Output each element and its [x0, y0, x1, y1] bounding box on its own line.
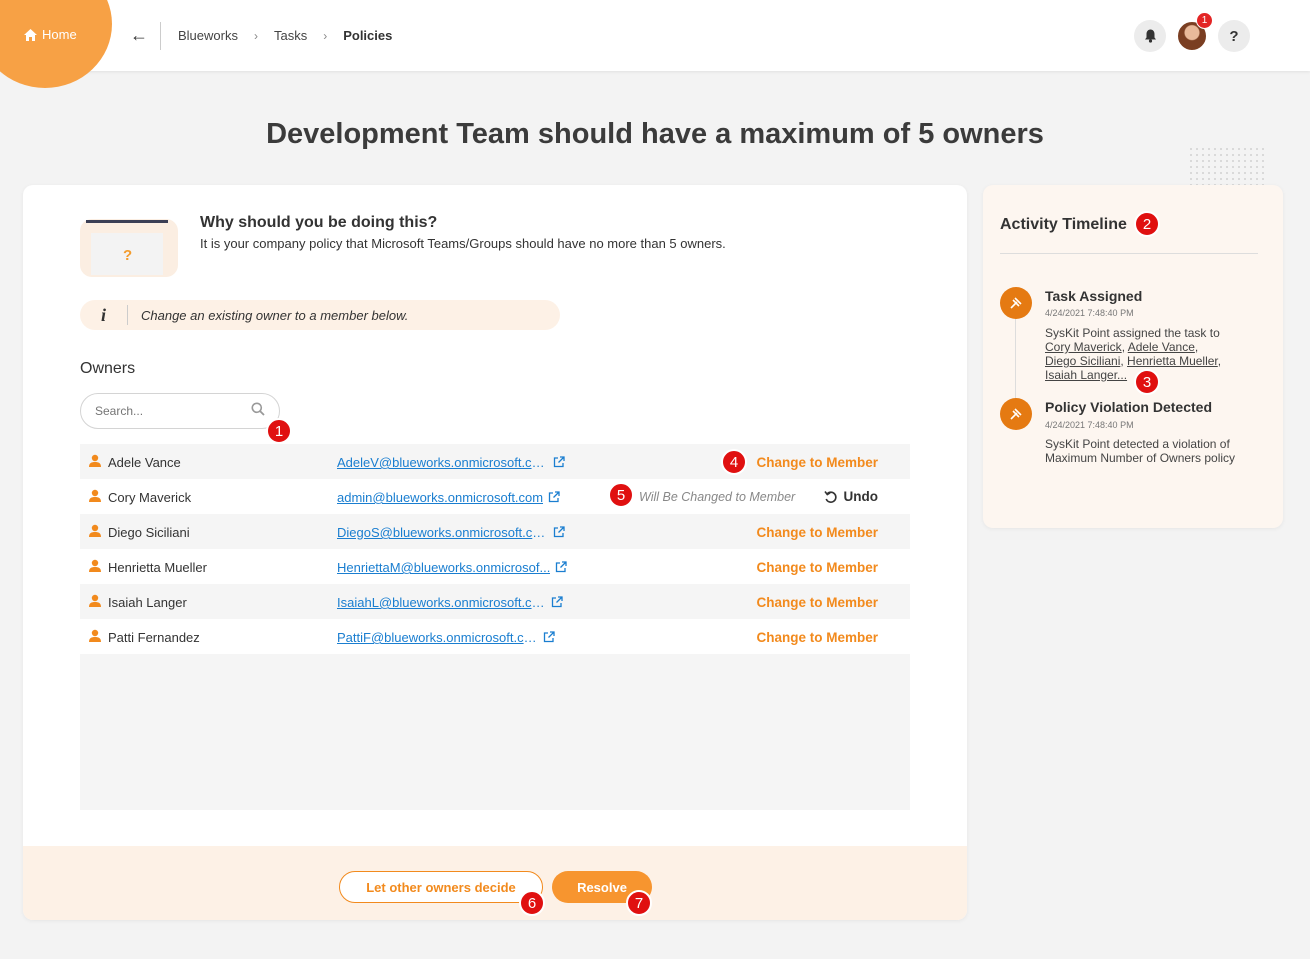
- table-row: Isaiah Langer IsaiahL@blueworks.onmicros…: [80, 584, 910, 619]
- undo-icon: [823, 490, 837, 503]
- task-card: ? Why should you be doing this? It is yo…: [23, 185, 967, 920]
- owners-table: Adele Vance AdeleV@blueworks.onmicrosoft…: [80, 444, 910, 810]
- person-link[interactable]: Diego Siciliani: [1045, 354, 1120, 368]
- home-icon: [24, 28, 37, 41]
- person-link[interactable]: Cory Maverick: [1045, 340, 1122, 354]
- external-link-icon[interactable]: [553, 526, 565, 538]
- external-link-icon[interactable]: [543, 631, 555, 643]
- user-icon: [89, 524, 101, 537]
- external-link-icon[interactable]: [548, 491, 560, 503]
- info-banner: i Change an existing owner to a member b…: [80, 300, 560, 330]
- change-to-member-button[interactable]: Change to Member: [756, 630, 878, 645]
- help-button[interactable]: ?: [1218, 20, 1250, 52]
- breadcrumb-blueworks[interactable]: Blueworks: [178, 28, 238, 43]
- why-title: Why should you be doing this?: [200, 214, 438, 231]
- owner-name: Isaiah Langer: [108, 595, 187, 610]
- owner-email-link[interactable]: DiegoS@blueworks.onmicrosoft.com: [337, 525, 549, 540]
- table-row: Cory Maverick admin@blueworks.onmicrosof…: [80, 479, 910, 514]
- external-link-icon[interactable]: [551, 596, 563, 608]
- table-row: Henrietta Mueller HenriettaM@blueworks.o…: [80, 549, 910, 584]
- violation-event-icon: [1000, 398, 1032, 430]
- home-label: Home: [42, 27, 77, 42]
- help-icon: ?: [1229, 27, 1239, 45]
- timeline-desc-prefix: SysKit Point assigned the task to: [1045, 326, 1220, 340]
- top-bar: Home ← Blueworks › Tasks › Policies 1 ?: [0, 0, 1310, 88]
- let-other-owners-decide-button[interactable]: Let other owners decide: [339, 871, 543, 903]
- question-mark-icon: ?: [123, 247, 133, 264]
- table-row: Diego Siciliani DiegoS@blueworks.onmicro…: [80, 514, 910, 549]
- owner-name: Cory Maverick: [108, 490, 192, 505]
- home-blob: [0, 0, 112, 88]
- breadcrumb: Blueworks › Tasks › Policies: [178, 28, 392, 43]
- back-arrow-icon[interactable]: ←: [130, 25, 148, 46]
- callout-marker: 4: [721, 449, 747, 475]
- question-illustration: ?: [80, 215, 178, 277]
- external-link-icon[interactable]: [553, 456, 565, 468]
- notification-badge: 1: [1196, 12, 1213, 29]
- timeline-event-date: 4/24/2021 7:48:40 PM: [1045, 308, 1134, 318]
- person-link[interactable]: Isaiah Langer...: [1045, 368, 1127, 382]
- search-icon[interactable]: [251, 402, 265, 416]
- info-text: Change an existing owner to a member bel…: [141, 307, 409, 323]
- timeline-title: Activity Timeline: [1000, 216, 1127, 233]
- timeline-connector: [1015, 303, 1016, 413]
- tools-icon: [1010, 408, 1022, 420]
- change-to-member-button[interactable]: Change to Member: [756, 455, 878, 470]
- home-button[interactable]: Home: [24, 27, 77, 42]
- info-icon: i: [80, 305, 128, 325]
- timeline-event-title: Task Assigned: [1045, 288, 1143, 304]
- task-event-icon: [1000, 287, 1032, 319]
- table-row: Adele Vance AdeleV@blueworks.onmicrosoft…: [80, 444, 910, 479]
- change-to-member-button[interactable]: Change to Member: [756, 525, 878, 540]
- owner-email-link[interactable]: HenriettaM@blueworks.onmicrosof...: [337, 560, 550, 575]
- page-title: Development Team should have a maximum o…: [266, 118, 1044, 150]
- search-field[interactable]: [80, 393, 280, 429]
- owners-heading: Owners: [80, 360, 136, 377]
- owner-name: Patti Fernandez: [108, 630, 200, 645]
- callout-marker: 2: [1134, 211, 1160, 237]
- owner-name: Henrietta Mueller: [108, 560, 207, 575]
- timeline-event-title: Policy Violation Detected: [1045, 399, 1213, 415]
- breadcrumb-tasks[interactable]: Tasks: [274, 28, 307, 43]
- pending-status: Will Be Changed to Member: [639, 490, 796, 504]
- activity-timeline-panel: Activity Timeline Task Assigned 4/24/202…: [983, 185, 1283, 528]
- table-row: Patti Fernandez PattiF@blueworks.onmicro…: [80, 619, 910, 654]
- bell-icon: [1144, 29, 1156, 43]
- user-icon: [89, 489, 101, 502]
- owner-name: Adele Vance: [108, 455, 181, 470]
- owner-email-link[interactable]: PattiF@blueworks.onmicrosoft.com: [337, 630, 541, 645]
- callout-marker: 1: [266, 418, 292, 444]
- user-icon: [89, 559, 101, 572]
- chevron-right-icon: ›: [323, 28, 328, 43]
- undo-label: Undo: [843, 489, 879, 504]
- chevron-right-icon: ›: [253, 28, 258, 43]
- change-to-member-button[interactable]: Change to Member: [756, 560, 878, 575]
- owner-email-link[interactable]: AdeleV@blueworks.onmicrosoft.com: [337, 455, 549, 470]
- breadcrumb-policies: Policies: [343, 28, 393, 43]
- callout-marker: 6: [519, 890, 545, 916]
- search-input[interactable]: [95, 404, 235, 418]
- owner-name: Diego Siciliani: [108, 525, 190, 540]
- user-icon: [89, 454, 101, 467]
- undo-button[interactable]: Undo: [823, 489, 879, 504]
- callout-marker: 5: [608, 482, 634, 508]
- external-link-icon[interactable]: [555, 561, 567, 573]
- owner-email-link[interactable]: IsaiahL@blueworks.onmicrosoft.com: [337, 595, 547, 610]
- divider: [1000, 253, 1258, 254]
- divider: [160, 22, 161, 50]
- user-icon: [89, 629, 101, 642]
- callout-marker: 3: [1134, 369, 1160, 395]
- tools-icon: [1010, 297, 1022, 309]
- action-footer: Let other owners decide Resolve: [23, 846, 967, 920]
- person-link[interactable]: Henrietta Mueller: [1127, 354, 1218, 368]
- owner-email-link[interactable]: admin@blueworks.onmicrosoft.com: [337, 490, 543, 505]
- notifications-button[interactable]: [1134, 20, 1166, 52]
- callout-marker: 7: [626, 890, 652, 916]
- timeline-event-date: 4/24/2021 7:48:40 PM: [1045, 420, 1134, 430]
- timeline-event-description: SysKit Point detected a violation of Max…: [1045, 437, 1236, 465]
- why-text: It is your company policy that Microsoft…: [200, 236, 726, 251]
- change-to-member-button[interactable]: Change to Member: [756, 595, 878, 610]
- user-icon: [89, 594, 101, 607]
- person-link[interactable]: Adele Vance: [1128, 340, 1195, 354]
